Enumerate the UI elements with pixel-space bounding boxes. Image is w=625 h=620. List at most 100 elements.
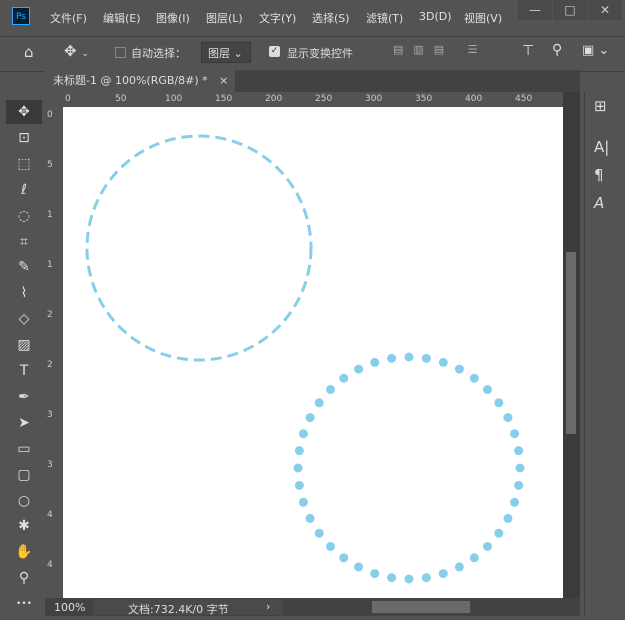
rounded-rect-icon[interactable]: ▢ xyxy=(6,463,42,487)
menu-item[interactable]: 选择(S) xyxy=(312,10,350,26)
ruler-v-tick: 0 xyxy=(47,110,53,120)
dot xyxy=(387,573,397,583)
dot xyxy=(354,562,364,572)
quick-select-icon[interactable]: ◌ xyxy=(6,204,42,228)
dot xyxy=(387,353,397,363)
dot xyxy=(494,528,504,538)
show-transform-checkbox[interactable]: ✓ xyxy=(269,46,280,57)
dot xyxy=(404,352,414,362)
dot xyxy=(454,364,464,374)
dashed-circle xyxy=(85,134,313,362)
gradient-icon[interactable]: ▨ xyxy=(6,333,42,357)
dot xyxy=(438,569,448,579)
menu-item[interactable]: 图像(I) xyxy=(156,10,190,26)
lasso-icon[interactable]: ℓ xyxy=(6,178,42,202)
auto-select-checkbox[interactable] xyxy=(115,47,126,58)
zoom-icon[interactable]: ⚲ xyxy=(6,566,42,590)
horizontal-ruler xyxy=(62,92,563,108)
rectangle-icon[interactable]: ▭ xyxy=(6,437,42,461)
ruler-v-tick: 1 xyxy=(47,260,53,270)
custom-shape-icon[interactable]: ✱ xyxy=(6,514,42,538)
show-transform-label: 显示变换控件 xyxy=(287,47,353,60)
dot xyxy=(294,480,304,490)
hand-icon[interactable]: ✋ xyxy=(6,540,42,564)
eyedropper-icon[interactable]: ✎ xyxy=(6,255,42,279)
ruler-h-tick: 350 xyxy=(415,94,433,104)
vertical-scroll-thumb[interactable] xyxy=(566,252,576,434)
dot xyxy=(298,429,308,439)
align-top-icon[interactable]: ⊤ xyxy=(522,43,534,59)
ruler-h-tick: 150 xyxy=(215,94,233,104)
menu-item[interactable]: 滤镜(T) xyxy=(366,10,403,26)
paragraph-icon[interactable]: ¶ xyxy=(594,166,604,184)
eraser-icon[interactable]: ◇ xyxy=(6,307,42,331)
dot xyxy=(370,569,380,579)
character-icon[interactable]: A| xyxy=(594,138,609,156)
dot xyxy=(510,429,520,439)
doc-info: 文档:732.4K/0 字节 xyxy=(128,603,229,616)
dot xyxy=(421,353,431,363)
dotted-circle xyxy=(293,352,525,584)
dot xyxy=(494,398,504,408)
dot xyxy=(314,528,324,538)
menu-item[interactable]: 图层(L) xyxy=(206,10,243,26)
move-tool-icon[interactable]: ✥ ⌄ xyxy=(64,42,89,60)
canvas[interactable] xyxy=(63,107,563,598)
dot xyxy=(454,562,464,572)
path-select-icon[interactable]: ➤ xyxy=(6,411,42,435)
dot xyxy=(326,385,336,395)
dot xyxy=(298,497,308,507)
history-icon[interactable]: ⊞ xyxy=(594,97,607,115)
menu-item[interactable]: 3D(D) xyxy=(419,10,452,23)
dot xyxy=(370,357,380,367)
close-button[interactable]: ✕ xyxy=(588,0,622,20)
dot xyxy=(421,573,431,583)
crop-icon[interactable]: ⌗ xyxy=(6,230,42,254)
menu-item[interactable]: 编辑(E) xyxy=(103,10,141,26)
ruler-v-tick: 2 xyxy=(47,310,53,320)
dot xyxy=(482,541,492,551)
ruler-v-tick: 4 xyxy=(47,560,53,570)
ruler-v-tick: 5 xyxy=(47,160,53,170)
dot xyxy=(305,413,315,423)
artboard-icon[interactable]: ⊡ xyxy=(6,126,42,150)
glyphs-icon[interactable]: A xyxy=(594,194,604,212)
dot xyxy=(469,553,479,563)
home-icon[interactable]: ⌂ xyxy=(24,43,34,61)
workspace-icon[interactable]: ▣ ⌄ xyxy=(582,43,609,58)
document-tab[interactable]: 未标题-1 @ 100%(RGB/8#) * × xyxy=(45,70,235,92)
ruler-v-tick: 2 xyxy=(47,360,53,370)
zoom-level[interactable]: 100% xyxy=(54,601,85,614)
maximize-button[interactable]: □ xyxy=(553,0,587,20)
dot xyxy=(514,446,524,456)
ruler-h-tick: 450 xyxy=(515,94,533,104)
dot xyxy=(515,463,525,473)
dot xyxy=(339,373,349,383)
dot xyxy=(510,497,520,507)
type-icon[interactable]: T xyxy=(6,359,42,383)
ruler-h-tick: 300 xyxy=(365,94,383,104)
dot xyxy=(482,385,492,395)
marquee-icon[interactable]: ⬚ xyxy=(6,152,42,176)
align-icons[interactable]: ▤▥▤ ☰ xyxy=(393,43,488,56)
brush-icon[interactable]: ⌇ xyxy=(6,281,42,305)
ruler-h-tick: 250 xyxy=(315,94,333,104)
minimize-button[interactable]: — xyxy=(518,0,552,20)
move-icon[interactable]: ✥ xyxy=(6,100,42,124)
ruler-h-tick: 0 xyxy=(65,94,71,104)
more-icon[interactable]: ••• xyxy=(6,592,42,616)
dot xyxy=(469,373,479,383)
horizontal-scroll-thumb[interactable] xyxy=(372,601,470,613)
ruler-v-tick: 3 xyxy=(47,410,53,420)
search-icon[interactable]: ⚲ xyxy=(552,42,562,58)
menu-item[interactable]: 视图(V) xyxy=(464,10,502,26)
target-select[interactable]: 图层 ⌄ xyxy=(201,42,251,63)
menu-item[interactable]: 文字(Y) xyxy=(259,10,296,26)
status-menu-arrow[interactable]: › xyxy=(266,600,270,613)
tab-close-icon[interactable]: × xyxy=(211,74,228,87)
ruler-h-tick: 400 xyxy=(465,94,483,104)
menu-item[interactable]: 文件(F) xyxy=(50,10,87,26)
ellipse-icon[interactable]: ○ xyxy=(6,489,42,513)
pen-icon[interactable]: ✒ xyxy=(6,385,42,409)
ruler-v-tick: 4 xyxy=(47,510,53,520)
